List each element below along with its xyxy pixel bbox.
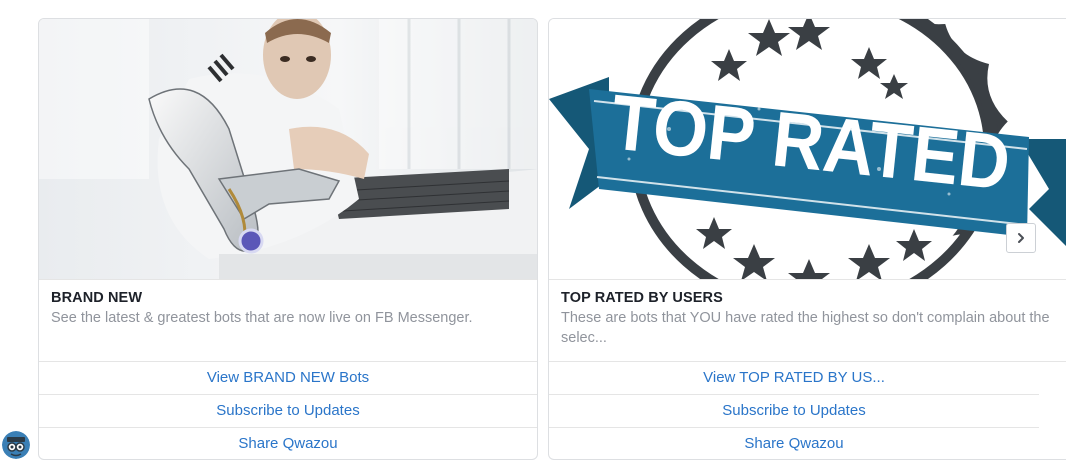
card-image-top-rated-stamp[interactable]: TOP RATED bbox=[549, 19, 1066, 280]
view-brand-new-bots-button[interactable]: View BRAND NEW Bots bbox=[39, 362, 537, 395]
card-body: BRAND NEW See the latest & greatest bots… bbox=[39, 280, 537, 362]
carousel-next-button[interactable] bbox=[1006, 223, 1036, 253]
robot-arm-photo bbox=[39, 19, 537, 279]
top-rated-stamp-image: TOP RATED bbox=[549, 19, 1066, 279]
card-top-rated: TOP RATED TOP RATED BY USERS These are b… bbox=[548, 18, 1066, 460]
card-body: TOP RATED BY USERS These are bots that Y… bbox=[549, 280, 1066, 362]
subscribe-to-updates-button[interactable]: Subscribe to Updates bbox=[549, 395, 1039, 428]
card-brand-new: BRAND NEW See the latest & greatest bots… bbox=[38, 18, 538, 460]
card-subtitle: These are bots that YOU have rated the h… bbox=[561, 310, 1050, 346]
subscribe-to-updates-button[interactable]: Subscribe to Updates bbox=[39, 395, 537, 428]
card-title: TOP RATED BY USERS bbox=[561, 290, 723, 306]
view-top-rated-button[interactable]: View TOP RATED BY US... bbox=[549, 362, 1039, 395]
share-qwazou-button[interactable]: Share Qwazou bbox=[549, 428, 1039, 459]
card-subtitle: See the latest & greatest bots that are … bbox=[51, 310, 473, 326]
chevron-right-icon bbox=[1018, 233, 1024, 243]
card-title: BRAND NEW bbox=[51, 290, 143, 306]
card-image-robot-arm[interactable] bbox=[39, 19, 537, 280]
share-qwazou-button[interactable]: Share Qwazou bbox=[39, 428, 537, 459]
messenger-carousel: BRAND NEW See the latest & greatest bots… bbox=[0, 0, 1066, 473]
bot-avatar-icon[interactable] bbox=[2, 431, 30, 459]
